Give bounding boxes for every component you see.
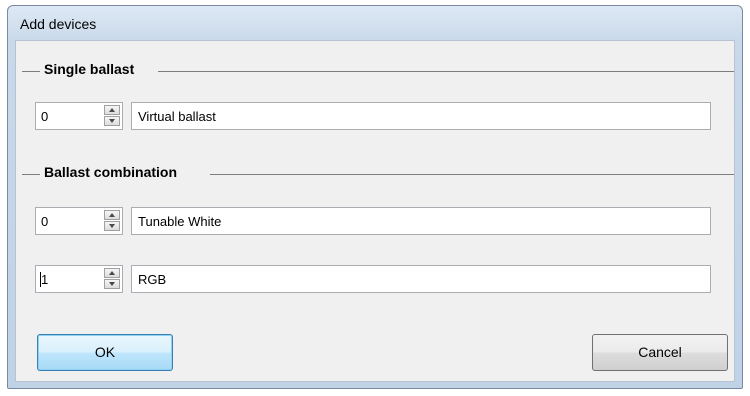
- stepper-buttons: [104, 105, 120, 127]
- stepper-buttons: [104, 268, 120, 290]
- triangle-down-icon: [109, 282, 115, 286]
- field-value: RGB: [138, 272, 167, 287]
- stepper-value[interactable]: 1: [41, 272, 48, 287]
- group-label-single-ballast: Single ballast: [41, 61, 138, 77]
- group-divider: [22, 71, 40, 72]
- tunable-white-name-field[interactable]: Tunable White: [131, 207, 711, 235]
- rgb-count-stepper[interactable]: 1: [35, 265, 123, 293]
- stepper-up-button[interactable]: [104, 105, 120, 115]
- stepper-down-button[interactable]: [104, 116, 120, 126]
- triangle-up-icon: [109, 213, 115, 217]
- virtual-ballast-count-stepper[interactable]: 0: [35, 102, 123, 130]
- stepper-down-button[interactable]: [104, 279, 120, 289]
- virtual-ballast-name-field[interactable]: Virtual ballast: [131, 102, 711, 130]
- rgb-name-field[interactable]: RGB: [131, 265, 711, 293]
- group-label-ballast-combination: Ballast combination: [41, 164, 181, 180]
- title-bar[interactable]: Add devices: [8, 6, 742, 40]
- field-value: Tunable White: [138, 214, 222, 229]
- triangle-up-icon: [109, 271, 115, 275]
- stepper-down-button[interactable]: [104, 221, 120, 231]
- stepper-value[interactable]: 0: [41, 214, 48, 229]
- group-divider: [158, 71, 734, 72]
- triangle-down-icon: [109, 119, 115, 123]
- dialog-client-area: Single ballast 0 Virtual ballast Ballast…: [15, 40, 735, 382]
- ok-button[interactable]: OK: [37, 334, 173, 371]
- triangle-up-icon: [109, 108, 115, 112]
- stepper-buttons: [104, 210, 120, 232]
- window-title: Add devices: [20, 16, 97, 32]
- group-divider: [22, 174, 40, 175]
- field-value: Virtual ballast: [138, 109, 216, 124]
- tunable-white-count-stepper[interactable]: 0: [35, 207, 123, 235]
- stepper-up-button[interactable]: [104, 210, 120, 220]
- add-devices-dialog: Add devices Single ballast 0 Virtual bal…: [7, 5, 743, 389]
- group-divider: [210, 174, 734, 175]
- stepper-up-button[interactable]: [104, 268, 120, 278]
- stepper-value[interactable]: 0: [41, 109, 48, 124]
- triangle-down-icon: [109, 224, 115, 228]
- cancel-button[interactable]: Cancel: [592, 334, 728, 371]
